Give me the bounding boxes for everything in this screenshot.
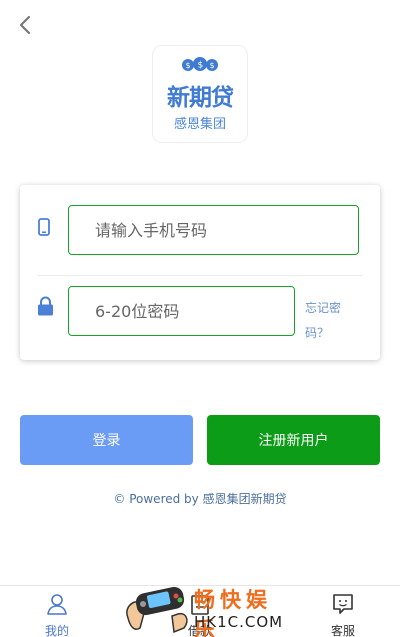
- watermark-domain: HK1C.COM: [194, 613, 284, 631]
- money-bag-icon: $ $ $: [182, 57, 218, 71]
- tab-mine[interactable]: 我的: [17, 586, 97, 637]
- password-input[interactable]: [68, 286, 295, 336]
- app-logo: $ $ $ 新期贷 感恩集团: [152, 45, 248, 143]
- svg-text:$: $: [186, 61, 191, 70]
- powered-by-text: © Powered by 感恩集团新期贷: [113, 492, 287, 506]
- tab-service[interactable]: 客服: [303, 586, 383, 637]
- logo-sub-text: 感恩集团: [173, 117, 226, 132]
- divider: [38, 275, 362, 276]
- phone-input[interactable]: [68, 205, 359, 255]
- login-button[interactable]: 登录: [20, 415, 193, 465]
- forgot-password-link[interactable]: 忘记密码？: [305, 296, 355, 346]
- user-icon: [47, 594, 67, 615]
- chevron-left-icon[interactable]: [14, 12, 36, 38]
- register-button[interactable]: 注册新用户: [207, 415, 380, 465]
- login-card: 忘记密码？: [20, 185, 380, 360]
- phone-icon: [38, 218, 50, 236]
- logo-main-text: 新期贷: [167, 85, 234, 111]
- watermark-overlay: 畅快娱乐 HK1C.COM: [122, 578, 292, 637]
- svg-text:$: $: [198, 61, 204, 71]
- tab-label: 我的: [44, 624, 69, 637]
- game-controller-icon: [126, 586, 188, 634]
- lock-icon: [38, 296, 53, 316]
- svg-text:$: $: [210, 61, 215, 70]
- login-page: $ $ $ 新期贷 感恩集团 忘记密码？ 登录 注册新用户 © Powered …: [0, 0, 400, 637]
- chat-icon: [333, 594, 353, 614]
- tab-label: 客服: [330, 624, 355, 637]
